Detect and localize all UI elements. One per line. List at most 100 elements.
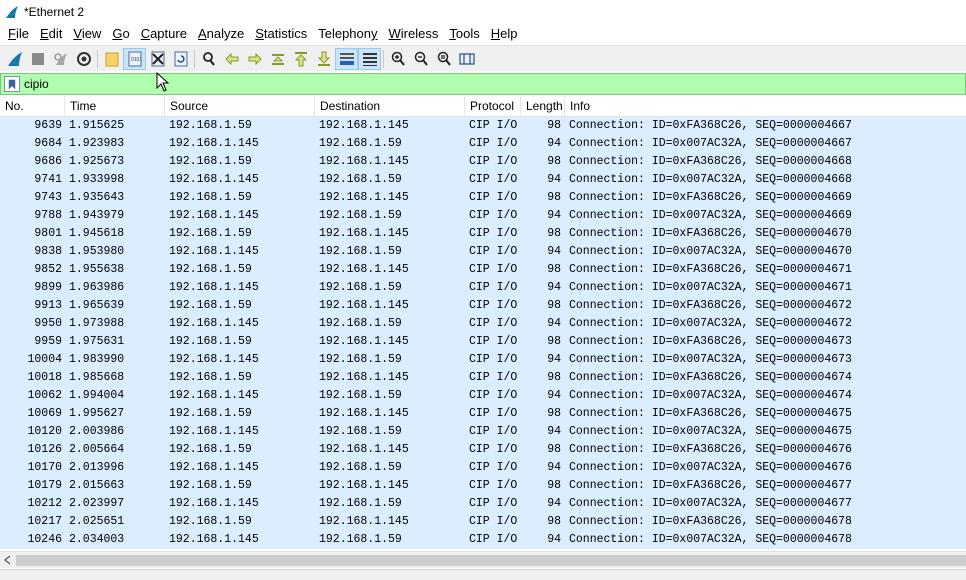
cell-time: 1.973988: [69, 317, 125, 330]
cell-time: 1.995627: [69, 407, 125, 420]
cell-info: Connection: ID=0x007AC32A, SEQ=000000466…: [569, 209, 852, 222]
cell-time: 1.975631: [69, 335, 125, 348]
cell-no: 10120: [27, 425, 62, 438]
table-row[interactable]: 9684 1.923983 192.168.1.145 192.168.1.59 CIP…: [0, 135, 966, 153]
start-capture-button[interactable]: [3, 48, 26, 70]
cell-info: Connection: ID=0xFA368C26, SEQ=000000467…: [569, 227, 852, 240]
menu-file[interactable]: File: [4, 24, 33, 44]
save-file-button[interactable]: 0101: [123, 47, 146, 70]
cell-src: 192.168.1.145: [169, 461, 259, 474]
menu-view[interactable]: View: [69, 24, 105, 44]
cell-src: 192.168.1.145: [169, 533, 259, 546]
table-row[interactable]: 9639 1.915625 192.168.1.59 192.168.1.145 CIP…: [0, 117, 966, 135]
cell-time: 1.945618: [69, 227, 125, 240]
menu-help[interactable]: Help: [487, 24, 522, 44]
filter-bookmark-button[interactable]: [4, 76, 20, 92]
table-row[interactable]: 10069 1.995627 192.168.1.59 192.168.1.145 CI…: [0, 405, 966, 423]
table-row[interactable]: 9950 1.973988 192.168.1.145 192.168.1.59 CIP…: [0, 315, 966, 333]
table-row[interactable]: 9686 1.925673 192.168.1.59 192.168.1.145 CIP…: [0, 153, 966, 171]
table-row[interactable]: 9959 1.975631 192.168.1.59 192.168.1.145 CIP…: [0, 333, 966, 351]
cell-dst: 192.168.1.145: [319, 407, 409, 420]
table-row[interactable]: 10179 2.015663 192.168.1.59 192.168.1.145 CI…: [0, 477, 966, 495]
column-header-time[interactable]: Time: [65, 96, 165, 116]
go-to-packet-button[interactable]: [266, 48, 289, 70]
column-header-no[interactable]: No.: [0, 96, 65, 116]
menu-telephony[interactable]: Telephony: [314, 24, 381, 44]
menu-go[interactable]: Go: [108, 24, 133, 44]
cell-proto: CIP I/O: [469, 137, 518, 150]
restart-capture-button[interactable]: [49, 48, 72, 70]
autoscroll-button[interactable]: [335, 47, 358, 70]
table-row[interactable]: 10120 2.003986 192.168.1.145 192.168.1.59 CI…: [0, 423, 966, 441]
cell-no: 10062: [27, 389, 62, 402]
cell-dst: 192.168.1.145: [319, 119, 409, 132]
table-row[interactable]: 9913 1.965639 192.168.1.59 192.168.1.145 CIP…: [0, 297, 966, 315]
cell-time: 2.023997: [69, 497, 125, 510]
zoom-normal-button[interactable]: [432, 48, 455, 70]
cell-src: 192.168.1.145: [169, 425, 259, 438]
go-forward-button[interactable]: [243, 48, 266, 70]
reload-file-button[interactable]: [169, 48, 192, 70]
column-header-destination[interactable]: Destination: [315, 96, 465, 116]
table-row[interactable]: 10170 2.013996 192.168.1.145 192.168.1.59 CI…: [0, 459, 966, 477]
zoom-in-button[interactable]: [386, 48, 409, 70]
table-row[interactable]: 10246 2.034003 192.168.1.145 192.168.1.59 CI…: [0, 531, 966, 549]
cell-time: 2.005664: [69, 443, 125, 456]
first-packet-button[interactable]: [289, 48, 312, 70]
cell-info: Connection: ID=0x007AC32A, SEQ=000000467…: [569, 353, 852, 366]
cell-proto: CIP I/O: [469, 281, 518, 294]
cell-no: 10126: [27, 443, 62, 456]
find-packet-button[interactable]: [197, 48, 220, 70]
menu-edit[interactable]: Edit: [36, 24, 66, 44]
cell-src: 192.168.1.59: [169, 191, 252, 204]
close-file-button[interactable]: [146, 48, 169, 70]
menu-tools[interactable]: Tools: [445, 24, 483, 44]
column-header-info[interactable]: Info: [565, 96, 966, 116]
cell-dst: 192.168.1.145: [319, 515, 409, 528]
table-row[interactable]: 10062 1.994004 192.168.1.145 192.168.1.59 CI…: [0, 387, 966, 405]
table-row[interactable]: 9838 1.953980 192.168.1.145 192.168.1.59 CIP…: [0, 243, 966, 261]
capture-options-button[interactable]: [72, 48, 95, 70]
scrollbar-thumb[interactable]: [16, 555, 966, 566]
column-header-length[interactable]: Length: [521, 96, 565, 116]
column-header-source[interactable]: Source: [165, 96, 315, 116]
table-row[interactable]: 9741 1.933998 192.168.1.145 192.168.1.59 CIP…: [0, 171, 966, 189]
table-row[interactable]: 9743 1.935643 192.168.1.59 192.168.1.145 CIP…: [0, 189, 966, 207]
table-row[interactable]: 10018 1.985668 192.168.1.59 192.168.1.145 CI…: [0, 369, 966, 387]
cell-dst: 192.168.1.59: [319, 173, 402, 186]
horizontal-scrollbar[interactable]: [0, 551, 966, 568]
wireshark-logo-icon: [6, 6, 18, 18]
cell-no: 10069: [27, 407, 62, 420]
cell-dst: 192.168.1.59: [319, 461, 402, 474]
menu-wireless[interactable]: Wireless: [385, 24, 443, 44]
cell-len: 94: [547, 461, 561, 474]
zoom-out-button[interactable]: [409, 48, 432, 70]
colorize-button[interactable]: [358, 47, 381, 70]
table-row[interactable]: 10212 2.023997 192.168.1.145 192.168.1.59 CI…: [0, 495, 966, 513]
stop-capture-button[interactable]: [26, 48, 49, 70]
cell-len: 98: [547, 191, 561, 204]
packet-list: No. Time Source Destination Protocol Length In…: [0, 96, 966, 550]
table-row[interactable]: 9852 1.955638 192.168.1.59 192.168.1.145 CIP…: [0, 261, 966, 279]
table-row[interactable]: 10126 2.005664 192.168.1.59 192.168.1.145 CI…: [0, 441, 966, 459]
table-row[interactable]: 10004 1.983990 192.168.1.145 192.168.1.59 CI…: [0, 351, 966, 369]
open-file-button[interactable]: [100, 48, 123, 70]
go-back-button[interactable]: [220, 48, 243, 70]
table-row[interactable]: 9788 1.943979 192.168.1.145 192.168.1.59 CIP…: [0, 207, 966, 225]
last-packet-button[interactable]: [312, 48, 335, 70]
cell-proto: CIP I/O: [469, 515, 518, 528]
cell-info: Connection: ID=0xFA368C26, SEQ=000000466…: [569, 191, 852, 204]
menu-analyze[interactable]: Analyze: [194, 24, 248, 44]
table-row[interactable]: 9899 1.963986 192.168.1.145 192.168.1.59 CIP…: [0, 279, 966, 297]
scroll-left-icon[interactable]: [2, 554, 14, 566]
menu-statistics[interactable]: Statistics: [251, 24, 311, 44]
resize-columns-button[interactable]: [455, 48, 478, 70]
table-row[interactable]: 9801 1.945618 192.168.1.59 192.168.1.145 CIP…: [0, 225, 966, 243]
cell-src: 192.168.1.145: [169, 317, 259, 330]
cell-dst: 192.168.1.59: [319, 389, 402, 402]
menu-capture[interactable]: Capture: [137, 24, 191, 44]
table-row[interactable]: 10217 2.025651 192.168.1.59 192.168.1.145 CI…: [0, 513, 966, 531]
column-header-protocol[interactable]: Protocol: [465, 96, 521, 116]
main-toolbar: 0101: [0, 45, 966, 71]
cell-src: 192.168.1.59: [169, 155, 252, 168]
